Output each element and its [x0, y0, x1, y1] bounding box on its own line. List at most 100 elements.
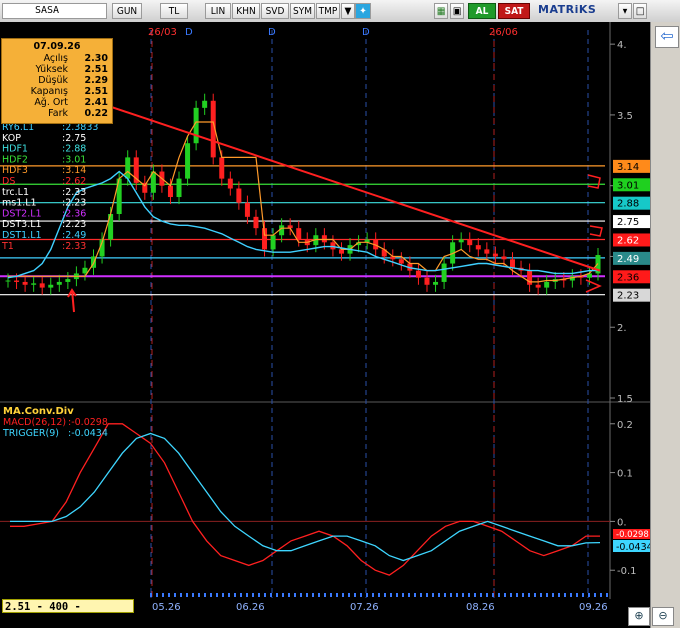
time-tick — [588, 593, 590, 597]
level-badge-text: 2.75 — [617, 217, 639, 228]
toolbar: SASA GUN TL LIN KHN SVD SYM TMP ▼ ✦ ▦ ▣ … — [0, 0, 680, 23]
symbol-input[interactable]: SASA — [2, 3, 107, 19]
time-tick — [546, 593, 548, 597]
time-tick — [444, 593, 446, 597]
trigger-legend-value: :-0.0434 — [68, 428, 108, 439]
period-marker-label: 26/06 — [489, 27, 518, 38]
macd-line — [10, 423, 600, 576]
time-tick — [156, 593, 158, 597]
candle-body — [415, 270, 421, 278]
dividend-marker-label: D — [362, 27, 370, 38]
time-tick — [414, 593, 416, 597]
time-tick — [276, 593, 278, 597]
dropdown-arrow-icon[interactable]: ▼ — [341, 3, 355, 19]
zoom-in-icon[interactable]: ⊕ — [628, 607, 650, 626]
level-badge-text: 2.23 — [617, 291, 639, 302]
button-svd[interactable]: SVD — [261, 3, 289, 19]
time-tick — [462, 593, 464, 597]
time-tick — [480, 593, 482, 597]
time-tick — [342, 593, 344, 597]
time-tick — [468, 593, 470, 597]
sell-button[interactable]: SAT — [498, 3, 530, 19]
indicator-label: KOP — [2, 133, 21, 144]
candle-body — [227, 178, 233, 189]
time-tick — [420, 593, 422, 597]
zoom-out-icon[interactable]: ⊖ — [652, 607, 674, 626]
time-tick — [384, 593, 386, 597]
time-tick — [180, 593, 182, 597]
indicator-value: :2.88 — [62, 144, 86, 155]
price-info-row: Fark 0.22 — [8, 108, 108, 119]
candle-body — [475, 245, 481, 250]
right-side-panel: ⇦ — [650, 22, 680, 628]
candle-body — [527, 270, 533, 285]
time-tick — [246, 593, 248, 597]
macd-legend-label: MACD(26,12) — [3, 417, 66, 428]
minimize-icon[interactable]: ▾ — [618, 3, 632, 19]
time-tick — [318, 593, 320, 597]
candle-body — [398, 259, 404, 264]
time-tick — [540, 593, 542, 597]
candle-body — [14, 280, 20, 282]
price-info-label: Fark — [48, 108, 68, 119]
date-tick-label: 06.26 — [236, 602, 265, 613]
time-tick — [294, 593, 296, 597]
layout-icon[interactable]: ▣ — [450, 3, 464, 19]
candle-body — [65, 279, 71, 282]
time-tick — [270, 593, 272, 597]
indicator-value: :2.33 — [62, 241, 86, 252]
macd-y-tick-label: 0. — [617, 517, 627, 528]
macd-y-tick-label: 0.2 — [617, 420, 633, 431]
macd-panel-title: MA.Conv.Div — [3, 406, 74, 417]
indicator-value: :2.49 — [62, 230, 86, 241]
time-tick — [582, 593, 584, 597]
candle-body — [202, 100, 208, 108]
time-tick — [216, 593, 218, 597]
y-tick-label: 4. — [617, 40, 627, 51]
candle-body — [167, 185, 173, 198]
time-tick — [258, 593, 260, 597]
time-tick — [390, 593, 392, 597]
time-tick — [234, 593, 236, 597]
button-tmp[interactable]: TMP — [316, 3, 340, 19]
twitter-bird-icon[interactable]: ✦ — [355, 3, 371, 19]
time-tick — [162, 593, 164, 597]
candle-body — [176, 178, 182, 198]
time-tick — [174, 593, 176, 597]
price-info-row: Kapanış 2.51 — [8, 86, 108, 97]
time-tick — [456, 593, 458, 597]
indicator-label: HDF1 — [2, 144, 28, 155]
time-tick — [528, 593, 530, 597]
price-info-label: Kapanış — [30, 86, 68, 97]
navigate-back-icon[interactable]: ⇦ — [655, 26, 679, 48]
button-khn[interactable]: KHN — [232, 3, 260, 19]
buy-button[interactable]: AL — [468, 3, 496, 19]
indicator-value: :3.01 — [62, 154, 86, 165]
time-tick — [534, 593, 536, 597]
currency-button-tl[interactable]: TL — [160, 3, 188, 19]
level-badge-text: 3.14 — [617, 162, 639, 173]
level-badge-text: 2.36 — [617, 272, 639, 283]
price-info-value: 2.51 — [84, 86, 108, 97]
scale-button-lin[interactable]: LIN — [205, 3, 231, 19]
time-tick — [198, 593, 200, 597]
trigger-last-badge-text: -0.0434 — [616, 542, 650, 553]
price-info-label: Düşük — [38, 75, 68, 86]
macd-last-badge-text: -0.0298 — [616, 530, 649, 540]
candle-body — [338, 249, 344, 254]
time-tick — [522, 593, 524, 597]
time-tick — [204, 593, 206, 597]
candle-body — [544, 281, 550, 288]
period-marker-label: 26/03 — [148, 27, 177, 38]
level-badge-text: 2.62 — [617, 235, 639, 246]
chart-settings-icon[interactable]: ▦ — [434, 3, 448, 19]
price-info-value: 2.51 — [84, 64, 108, 75]
button-sym[interactable]: SYM — [290, 3, 315, 19]
ry6-line — [7, 170, 598, 279]
time-tick — [516, 593, 518, 597]
indicator-label: HDF2 — [2, 154, 28, 165]
period-button-gun[interactable]: GUN — [112, 3, 142, 19]
maximize-icon[interactable]: □ — [633, 3, 647, 19]
time-tick — [300, 593, 302, 597]
time-tick — [558, 593, 560, 597]
